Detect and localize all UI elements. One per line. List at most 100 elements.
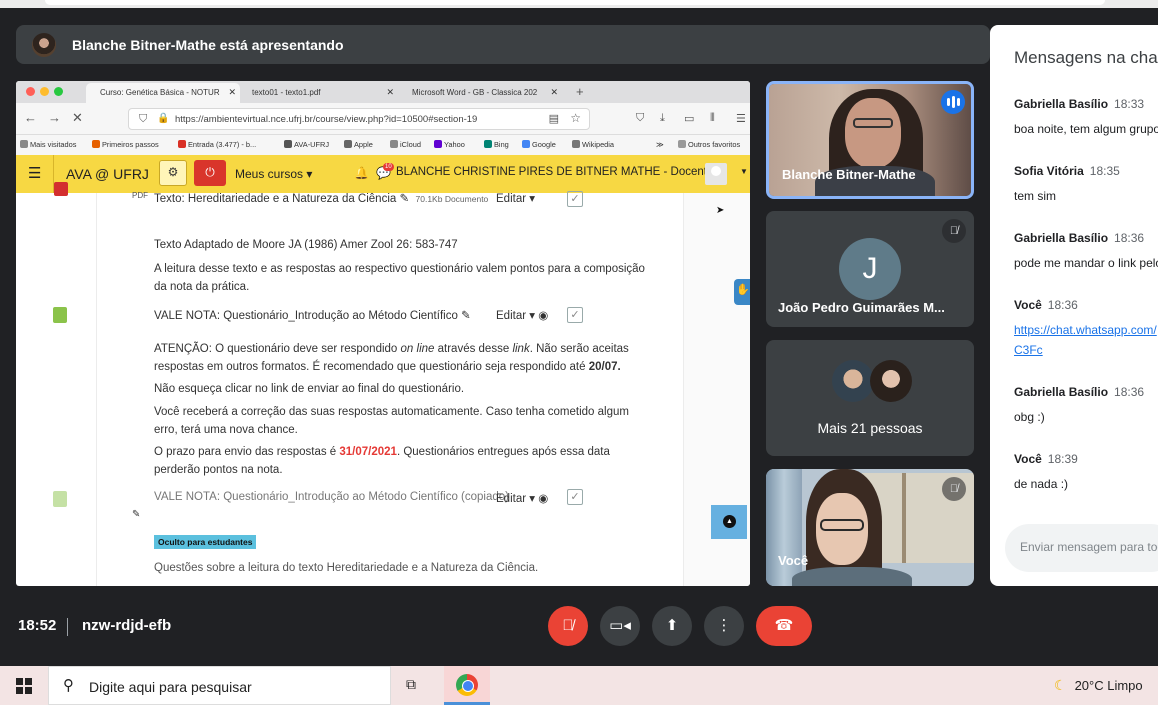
end-call-button[interactable]: ☎ — [756, 606, 812, 646]
camera-button[interactable]: ▭◂ — [600, 606, 640, 646]
edit-menu: Editar ▾ — [496, 193, 536, 205]
participant-avatar — [832, 360, 874, 402]
meeting-code: nzw-rdjd-efb — [82, 617, 172, 634]
taskbar-search[interactable]: ⚲ Digite aqui para pesquisar — [48, 666, 391, 705]
ava-brand: AVA @ UFRJ — [66, 166, 149, 182]
pdf-icon — [54, 182, 68, 196]
browser-toolbar: ← → ✕ ⛉ 🔒 https://ambientevirtual.nce.uf… — [16, 103, 750, 135]
edit-menu: Editar ▾ ◉ — [496, 310, 549, 322]
user-avatar — [705, 163, 727, 185]
video-face — [845, 98, 901, 168]
search-icon: ⚲ — [63, 677, 74, 694]
chat-link[interactable]: https://chat.whatsapp.com/ — [1014, 320, 1157, 340]
chat-link-continued[interactable]: C3Fc — [1014, 340, 1157, 360]
chrome-icon — [456, 674, 478, 696]
bookmark-item: Outros favoritos — [678, 140, 740, 149]
speaking-indicator-icon — [941, 90, 965, 114]
item2-title: VALE NOTA: Questionário_Introdução ao Mé… — [154, 310, 471, 322]
text-info-line1: A leitura desse texto e as respostas ao … — [154, 263, 645, 275]
participant-tile-self[interactable]: 🎙̸ Você — [766, 469, 974, 586]
mouse-cursor-icon: ➤ — [716, 205, 725, 216]
window-top-strip — [0, 0, 1158, 8]
bookmark-item: Primeiros passos — [92, 140, 159, 149]
close-icon: ✕ — [550, 87, 558, 97]
bookmark-item: Google — [522, 140, 556, 149]
bookmark-item: Entrada (3.477) - b... — [178, 140, 256, 149]
item1-title: Texto: Hereditariedade e a Natureza da C… — [154, 193, 489, 205]
quiz-icon — [53, 307, 67, 323]
sidebar-icon: ▭ — [684, 113, 695, 125]
search-placeholder: Digite aqui para pesquisar — [89, 679, 252, 695]
more-options-button[interactable]: ⋮ — [704, 606, 744, 646]
participant-avatar — [870, 360, 912, 402]
bookmark-item: AVA-UFRJ — [284, 140, 329, 149]
browser-tab-word: Microsoft Word - GB - Classica 202 ✕ — [406, 83, 562, 103]
hidden-tag: Oculto para estudantes — [154, 535, 257, 549]
completion-checkbox: ✓ — [567, 191, 583, 207]
bookmark-item: Apple — [344, 140, 373, 149]
url-text: https://ambientevirtual.nce.ufrj.br/cour… — [175, 114, 478, 125]
bell-icon: 🔔 — [354, 166, 369, 180]
edit-menu: Editar ▾ ◉ — [496, 493, 549, 505]
chat-message: Sofia Vitória 18:35 tem sim — [1014, 164, 1120, 203]
pdf-label: PDF — [132, 191, 148, 200]
maximize-window-dot — [54, 87, 63, 96]
address-bar: ⛉ 🔒 https://ambientevirtual.nce.ufrj.br/… — [128, 108, 590, 130]
bookmarks-bar: Mais visitados Primeiros passos Entrada … — [16, 135, 750, 155]
tab-label: Microsoft Word - GB - Classica 202 — [412, 88, 538, 97]
text-source: Texto Adaptado de Moore JA (1986) Amer Z… — [154, 239, 458, 251]
chat-message: Você 18:39 de nada :) — [1014, 452, 1078, 491]
attention-line3: Não esqueça clicar no link de enviar ao … — [154, 383, 465, 395]
weather-widget[interactable]: ☾ 20°C Limpo — [1054, 677, 1143, 694]
new-tab-icon: + — [576, 84, 584, 99]
clock-separator — [67, 618, 68, 636]
bookmark-item: Mais visitados — [20, 140, 76, 149]
meeting-clock: 18:52 — [18, 617, 57, 634]
text-info-line2: da nota da prática. — [154, 281, 250, 293]
bookmark-item: Wikipedia — [572, 140, 614, 149]
participant-tile-presenter[interactable]: Blanche Bitner-Mathe — [766, 81, 974, 199]
video-shirt — [792, 567, 912, 586]
pocket-icon: ⛉ — [636, 112, 645, 124]
chat-message: Gabriella Basílio 18:36 pode me mandar o … — [1014, 231, 1158, 270]
attention-line6: O prazo para envio das respostas é 31/07… — [154, 446, 610, 458]
quiz-icon — [53, 491, 67, 507]
notification-badge: 10 — [383, 163, 394, 171]
windows-taskbar: ⚲ Digite aqui para pesquisar ⧉ ☾ 20°C Lim… — [0, 666, 1158, 705]
bookmark-item: iCloud — [390, 140, 421, 149]
tab-label: texto01 - texto1.pdf — [252, 88, 321, 97]
minimize-window-dot — [40, 87, 49, 96]
chat-input[interactable]: Enviar mensagem para todos — [1005, 524, 1158, 572]
more-participants-tile[interactable]: Mais 21 pessoas — [766, 340, 974, 456]
browser-tab-pdf: texto01 - texto1.pdf ✕ — [246, 83, 398, 103]
participant-tile-joao[interactable]: 🎙̸ J João Pedro Guimarães M... — [766, 211, 974, 327]
participant-name: João Pedro Guimarães M... — [778, 300, 945, 315]
participant-name: Você — [778, 553, 809, 568]
more-participants-label: Mais 21 pessoas — [817, 420, 923, 436]
participant-name: Blanche Bitner-Mathe — [782, 167, 916, 182]
video-curtain — [766, 469, 802, 586]
my-courses-menu: Meus cursos ▾ — [235, 167, 313, 181]
chat-message: Gabriella Basílio 18:36 obg :) — [1014, 385, 1145, 424]
more-bookmarks-icon: ≫ — [656, 140, 664, 149]
bookmark-star-icon: ☆ — [570, 111, 581, 125]
chrome-taskbar-app[interactable] — [444, 666, 490, 705]
completion-checkbox: ✓ — [567, 489, 583, 505]
ava-navbar: ☰ AVA @ UFRJ ⚙ ⏻ Meus cursos ▾ 🔔 💬 10 BL… — [16, 155, 750, 193]
presenter-banner: Blanche Bitner-Mathe está apresentando — [16, 25, 990, 64]
chat-title: Mensagens na chamada — [1014, 48, 1158, 67]
present-screen-button[interactable]: ⬆ — [652, 606, 692, 646]
user-name: BLANCHE CHRISTINE PIRES DE BITNER MATHE … — [396, 166, 714, 178]
back-icon: ← — [24, 110, 37, 125]
presenter-text: Blanche Bitner-Mathe está apresentando — [72, 36, 344, 53]
mic-off-button[interactable]: 🎙̸ — [548, 606, 588, 646]
windows-start-icon[interactable] — [16, 678, 32, 694]
bookmark-item: Yahoo — [434, 140, 465, 149]
accessibility-hand-icon: ✋ — [734, 279, 750, 305]
task-view-icon[interactable]: ⧉ — [406, 676, 416, 693]
settings-button: ⚙ — [159, 160, 187, 186]
video-glasses — [853, 118, 893, 128]
pencil-icon: ✎ — [132, 509, 141, 520]
attention-line1: ATENÇÃO: O questionário deve ser respond… — [154, 343, 629, 355]
lock-icon: 🔒 — [157, 113, 170, 124]
